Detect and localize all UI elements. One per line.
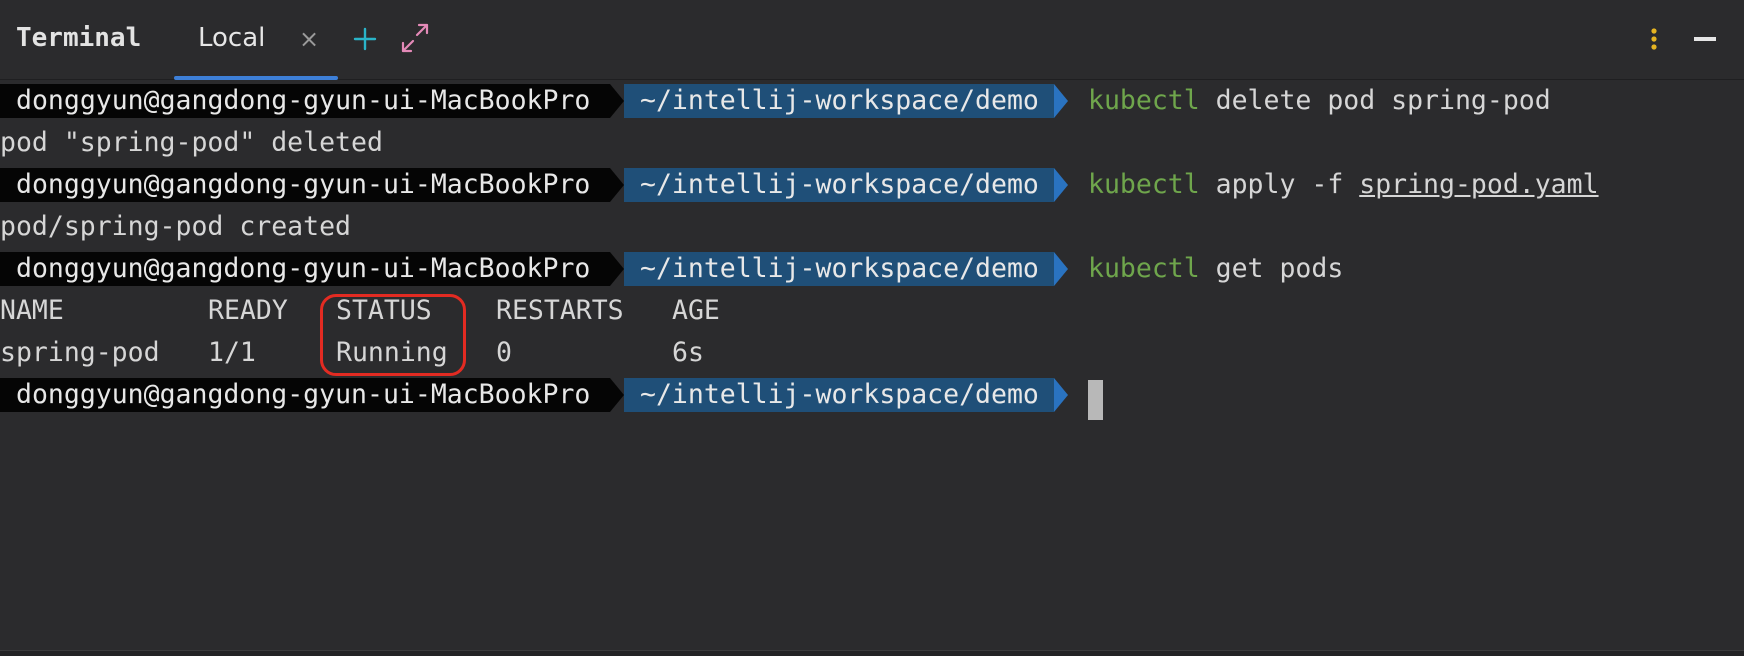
current-prompt-line: donggyun@gangdong-gyun-ui-MacBookPro ~/i… [0, 378, 1103, 420]
table-header-cell: RESTARTS [496, 295, 624, 326]
command-output: pod/spring-pod created [0, 211, 351, 242]
panel-title: Terminal [16, 23, 142, 53]
prompt-line: donggyun@gangdong-gyun-ui-MacBookPro ~/i… [0, 84, 1551, 118]
command-args: apply -f [1199, 169, 1360, 200]
table-cell: 6s [672, 337, 704, 368]
prompt-user: donggyun@gangdong-gyun-ui-MacBookPro [0, 252, 610, 286]
prompt-path: ~/intellij-workspace/demo [624, 252, 1054, 286]
tab-label: Local [198, 23, 266, 53]
command-text: kubectl delete pod spring-pod [1088, 84, 1551, 118]
prompt-separator-icon [610, 84, 624, 118]
terminal-output[interactable]: donggyun@gangdong-gyun-ui-MacBookPro ~/i… [0, 84, 1744, 650]
plus-icon[interactable] [350, 24, 380, 54]
minimize-icon[interactable] [1690, 24, 1720, 54]
table-cell: 1/1 [208, 337, 256, 368]
prompt-user: donggyun@gangdong-gyun-ui-MacBookPro [0, 168, 610, 202]
kebab-menu-icon[interactable] [1644, 24, 1664, 56]
prompt-user: donggyun@gangdong-gyun-ui-MacBookPro [0, 378, 610, 412]
table-header-cell: READY [208, 295, 288, 326]
expand-icon[interactable] [400, 22, 430, 54]
terminal-toolbar: Terminal Local × [0, 0, 1744, 80]
table-cell: Running [336, 337, 448, 368]
command-args: get pods [1199, 253, 1344, 284]
command-args: delete pod spring-pod [1199, 85, 1551, 116]
table-cell: spring-pod [0, 337, 160, 368]
prompt-separator-icon [1054, 378, 1068, 412]
file-link[interactable]: spring-pod.yaml [1359, 169, 1598, 200]
table-cell: 0 [496, 337, 512, 368]
text-cursor[interactable] [1088, 380, 1103, 420]
prompt-separator-icon [1054, 84, 1068, 118]
command-keyword: kubectl [1088, 85, 1200, 116]
command-keyword: kubectl [1088, 253, 1200, 284]
prompt-separator-icon [610, 252, 624, 286]
tab-local[interactable]: Local × [174, 0, 338, 80]
table-header-row: NAME READY STATUS RESTARTS AGE [0, 294, 800, 328]
prompt-path: ~/intellij-workspace/demo [624, 168, 1054, 202]
command-text: kubectl get pods [1088, 252, 1343, 286]
prompt-line: donggyun@gangdong-gyun-ui-MacBookPro ~/i… [0, 252, 1343, 286]
table-row: spring-pod 1/1 Running 0 6s [0, 336, 800, 370]
table-header-cell: NAME [0, 295, 64, 326]
table-header-cell: AGE [672, 295, 720, 326]
prompt-separator-icon [610, 168, 624, 202]
prompt-path: ~/intellij-workspace/demo [624, 84, 1054, 118]
command-text: kubectl apply -f spring-pod.yaml [1088, 168, 1599, 202]
prompt-separator-icon [1054, 252, 1068, 286]
panel-bottom-border [0, 650, 1744, 656]
prompt-line: donggyun@gangdong-gyun-ui-MacBookPro ~/i… [0, 168, 1599, 202]
command-keyword: kubectl [1088, 169, 1200, 200]
active-tab-indicator [174, 76, 338, 80]
prompt-separator-icon [610, 378, 624, 412]
prompt-separator-icon [1054, 168, 1068, 202]
prompt-path: ~/intellij-workspace/demo [624, 378, 1054, 412]
close-icon[interactable]: × [298, 24, 320, 54]
prompt-user: donggyun@gangdong-gyun-ui-MacBookPro [0, 84, 610, 118]
command-output: pod "spring-pod" deleted [0, 127, 383, 158]
table-header-cell: STATUS [336, 295, 432, 326]
